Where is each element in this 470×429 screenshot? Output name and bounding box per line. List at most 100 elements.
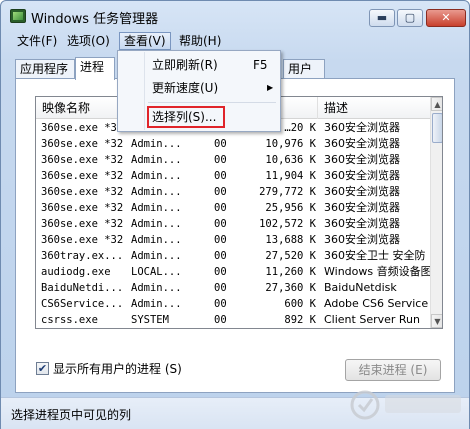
cell-cpu: 00 — [214, 266, 227, 278]
table-row[interactable]: csrss.exe SYSTEM 00 2,040 K Client Server Ru… — [36, 328, 430, 329]
show-all-users-checkbox[interactable]: ✔ — [36, 362, 49, 375]
cell-cpu: 00 — [214, 170, 227, 182]
cell-cpu: 00 — [214, 186, 227, 198]
cell-user: SYSTEM — [131, 314, 169, 326]
tab-applications[interactable]: 应用程序 — [15, 59, 75, 79]
cell-description: Client Server Run — [324, 328, 430, 329]
cell-memory: 25,956 K — [265, 202, 316, 214]
cell-image-name: 360se.exe *32 — [41, 154, 124, 166]
watermark-logo — [350, 390, 461, 420]
cell-user: Admin... — [131, 250, 182, 262]
cell-description: Client Server Run — [324, 313, 421, 326]
cell-image-name: csrss.exe — [41, 328, 127, 329]
cell-image-name: 360se.exe *32 — [41, 122, 124, 134]
cell-memory: 11,260 K — [265, 266, 316, 278]
cell-description: Adobe CS6 Service — [324, 297, 429, 310]
column-header-description[interactable]: 描述 — [318, 97, 430, 119]
window-title: Windows 任务管理器 — [31, 12, 159, 27]
cell-user: Admin... — [131, 170, 182, 182]
menu-item-select-columns[interactable]: 选择列(S)... — [119, 106, 279, 128]
status-text: 选择进程页中可见的列 — [11, 408, 132, 422]
cell-user: Admin... — [131, 186, 182, 198]
cell-cpu: 00 — [214, 282, 227, 294]
cell-image-name: 360se.exe *32 — [41, 138, 124, 150]
table-row[interactable]: CS6Service... Admin... 00 600 K Adobe CS6 Se… — [36, 296, 430, 312]
cell-image-name: CS6Service... — [41, 298, 124, 310]
cell-memory: 10,976 K — [265, 138, 316, 150]
menu-view[interactable]: 查看(V) — [119, 32, 171, 50]
table-row[interactable]: 360se.exe *32 Admin... 00 102,572 K 360安全浏览器 — [36, 216, 430, 232]
title-bar[interactable]: Windows 任务管理器 ▬ ▢ ✕ — [1, 1, 469, 31]
refresh-now-label: 立即刷新(R) — [152, 58, 218, 72]
cell-description: 360安全浏览器 — [324, 185, 400, 198]
cell-description: 360安全浏览器 — [324, 153, 400, 166]
cell-cpu: 00 — [214, 250, 227, 262]
menu-file[interactable]: 文件(F) — [13, 32, 61, 50]
cell-cpu: 00 — [214, 154, 227, 166]
table-row[interactable]: 360tray.ex... Admin... 00 27,520 K 360安全卫士 安… — [36, 248, 430, 264]
table-row[interactable]: 360se.exe *32 Admin... 00 10,976 K 360安全浏览器 — [36, 136, 430, 152]
table-row[interactable]: csrss.exe SYSTEM 00 892 K Client Server Run — [36, 312, 430, 328]
maximize-icon: ▢ — [404, 11, 416, 24]
cell-user: Admin... — [131, 202, 182, 214]
scroll-down-icon[interactable]: ▼ — [431, 314, 442, 328]
cell-description: 360安全浏览器 — [324, 169, 400, 182]
cell-image-name: 360se.exe *32 — [41, 234, 124, 246]
cell-memory: 2,040 K — [248, 328, 316, 329]
cell-user: Admin... — [131, 138, 182, 150]
vertical-scrollbar[interactable]: ▲ ▼ — [430, 97, 442, 328]
close-button[interactable]: ✕ — [426, 9, 466, 27]
column-header-image-name[interactable]: 映像名称 — [36, 97, 126, 119]
show-all-users-label[interactable]: 显示所有用户的进程 (S) — [53, 361, 182, 377]
cell-user: Admin... — [131, 218, 182, 230]
menu-separator — [148, 102, 276, 103]
cell-image-name: 360tray.ex... — [41, 250, 124, 262]
table-body: 360se.exe *32Admin...00…20 K360安全浏览器360s… — [36, 120, 430, 329]
task-manager-icon — [10, 9, 26, 23]
cell-cpu: 00 — [214, 202, 227, 214]
cell-image-name: 360se.exe *32 — [41, 218, 124, 230]
cell-image-name: audiodg.exe — [41, 266, 111, 278]
table-row[interactable]: 360se.exe *32 Admin... 00 279,772 K 360安全浏览器 — [36, 184, 430, 200]
tab-processes[interactable]: 进程 — [75, 57, 115, 80]
cell-cpu: 00 — [214, 218, 227, 230]
cell-memory: 11,904 K — [265, 170, 316, 182]
cell-user: Admin... — [131, 298, 182, 310]
menu-item-update-speed[interactable]: 更新速度(U) ▶ — [119, 77, 279, 99]
minimize-button[interactable]: ▬ — [369, 9, 395, 27]
task-manager-window: Windows 任务管理器 ▬ ▢ ✕ 文件(F) 选项(O) 查看(V) 帮助… — [0, 0, 470, 429]
cell-user: LOCAL... — [131, 266, 182, 278]
cell-memory: 102,572 K — [259, 218, 316, 230]
cell-cpu: 00 — [214, 314, 227, 326]
cell-description: 360安全浏览器 — [324, 121, 400, 134]
scroll-thumb[interactable] — [432, 113, 442, 143]
end-process-button[interactable]: 结束进程 (E) — [345, 359, 441, 381]
table-row[interactable]: BaiduNetdi... Admin... 00 27,360 K BaiduNetd… — [36, 280, 430, 296]
table-row[interactable]: 360se.exe *32 Admin... 00 11,904 K 360安全浏览器 — [36, 168, 430, 184]
cell-memory: 27,360 K — [265, 282, 316, 294]
menu-options[interactable]: 选项(O) — [63, 32, 114, 50]
menu-item-refresh-now[interactable]: 立即刷新(R) F5 — [119, 54, 279, 76]
update-speed-label: 更新速度(U) — [152, 81, 219, 95]
refresh-shortcut: F5 — [253, 58, 268, 72]
close-icon: ✕ — [441, 11, 451, 24]
cell-description: BaiduNetdisk — [324, 281, 397, 294]
submenu-arrow-icon: ▶ — [267, 83, 274, 92]
table-row[interactable]: audiodg.exe LOCAL... 00 11,260 K Windows 音频设… — [36, 264, 430, 280]
cell-memory: 600 K — [284, 298, 316, 310]
table-row[interactable]: 360se.exe *32 Admin... 00 13,688 K 360安全浏览器 — [36, 232, 430, 248]
table-row[interactable]: 360se.exe *32 Admin... 00 25,956 K 360安全浏览器 — [36, 200, 430, 216]
menu-help[interactable]: 帮助(H) — [175, 32, 225, 50]
cell-image-name: csrss.exe — [41, 314, 98, 326]
cell-description: Windows 音频设备图 — [324, 265, 430, 278]
cell-user: SYSTEM — [131, 328, 201, 329]
cell-user: Admin... — [131, 234, 182, 246]
cell-user: Admin... — [131, 154, 182, 166]
cell-description: 360安全卫士 安全防 — [324, 249, 426, 262]
cell-cpu: 00 — [214, 138, 227, 150]
cell-user: Admin... — [131, 282, 182, 294]
scroll-up-icon[interactable]: ▲ — [431, 97, 442, 111]
maximize-button[interactable]: ▢ — [397, 9, 423, 27]
table-row[interactable]: 360se.exe *32 Admin... 00 10,636 K 360安全浏览器 — [36, 152, 430, 168]
tab-users[interactable]: 用户 — [283, 59, 325, 79]
